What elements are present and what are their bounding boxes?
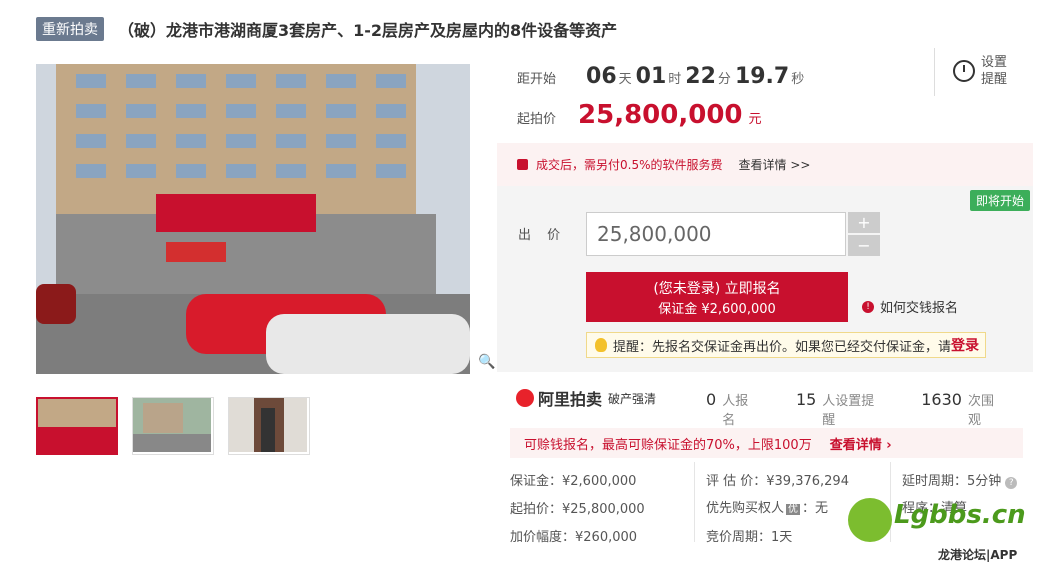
zoom-icon[interactable]: 🔍 <box>478 354 496 372</box>
page-title: （破）龙港市港湖商厦3套房产、1-2层房产及房屋内的8件设备等资产 <box>118 21 618 40</box>
countdown-seconds: 19.7 <box>734 64 790 89</box>
start-price-unit: 元 <box>748 112 762 127</box>
divider <box>934 48 935 96</box>
start-price-value: 25,800,000 <box>578 100 743 130</box>
info-increment: 加价幅度：¥260,000 <box>510 530 638 545</box>
divider <box>694 462 695 542</box>
stat-reminders-label: 人设置提醒 <box>822 394 875 428</box>
info-priority: 优先购买权人优：无 <box>706 497 828 516</box>
lightbulb-icon <box>595 338 607 352</box>
login-link[interactable]: 登录 <box>951 335 979 355</box>
thumbnail-strip <box>36 397 310 455</box>
ali-logo-icon <box>516 389 534 407</box>
credit-notice: 可赊钱报名，最高可赊保证金的70%，上限100万 查看详情 › <box>510 428 1023 458</box>
countdown-seconds-unit: 秒 <box>791 72 805 87</box>
info-cycle: 竞价周期：1天 <box>706 530 793 545</box>
info-deposit: 保证金：¥2,600,000 <box>510 474 637 489</box>
watermark-sub: 龙港论坛|APP <box>938 548 1018 562</box>
relist-tag: 重新拍卖 <box>36 17 104 41</box>
stat-signups-label: 人报名 <box>722 394 749 428</box>
countdown-hours: 01 <box>635 64 667 89</box>
brand-sub: 破产强清 <box>608 391 657 406</box>
stat-views: 1630 次围观 <box>921 390 1005 428</box>
set-reminder-line1: 设置 <box>981 55 1008 70</box>
brand-name: 阿里拍卖 <box>538 390 603 409</box>
stat-signups-count: 0 <box>706 390 717 409</box>
fee-icon <box>517 159 528 170</box>
status-badge: 即将开始 <box>970 190 1031 211</box>
bid-input[interactable]: 25,800,000 <box>586 212 846 256</box>
login-tip: 提醒：先报名交保证金再出价。如果您已经交付保证金，请 登录 <box>586 332 986 358</box>
alarm-clock-icon <box>953 60 975 82</box>
how-to-pay-link[interactable]: ! 如何交钱报名 <box>862 297 958 316</box>
fee-details-link[interactable]: 查看详情 >> <box>739 156 811 173</box>
watermark: Lgbbs.cn 龙港论坛|APP <box>848 498 1038 568</box>
stat-reminders: 15 人设置提醒 <box>796 390 885 428</box>
bid-stepper: + − <box>848 212 880 258</box>
signup-deposit: 保证金 ¥2,600,000 <box>658 302 776 317</box>
signup-label: (您未登录) 立即报名 <box>653 281 781 297</box>
info-appraisal: 评 估 价：¥39,376,294 <box>706 474 849 489</box>
info-priority-label: 优先购买权人 <box>706 501 785 516</box>
fee-notice-text: 成交后，需另付0.5%的软件服务费 <box>536 158 723 172</box>
countdown: 距开始 06 天 01 时 22 分 19.7 秒 <box>517 64 808 89</box>
info-icon: ! <box>862 300 874 313</box>
help-icon[interactable]: ? <box>1005 477 1018 489</box>
watermark-brand: Lgbbs.cn <box>894 500 1026 530</box>
countdown-minutes: 22 <box>685 64 716 89</box>
fee-notice: 成交后，需另付0.5%的软件服务费 查看详情 >> <box>497 143 1033 186</box>
set-reminder-label: 设置 提醒 <box>981 54 1007 88</box>
increase-bid-button[interactable]: + <box>848 212 880 233</box>
stat-signups: 0 人报名 <box>706 390 760 428</box>
countdown-label: 距开始 <box>517 72 557 87</box>
info-delay: 延时周期：5分钟? <box>902 470 1018 489</box>
countdown-days-unit: 天 <box>618 72 632 87</box>
credit-text: 可赊钱报名，最高可赊保证金的70%，上限100万 <box>524 437 812 453</box>
tip-text: 提醒：先报名交保证金再出价。如果您已经交付保证金，请 <box>613 339 952 355</box>
decrease-bid-button[interactable]: − <box>848 235 880 256</box>
title-bar: 重新拍卖 （破）龙港市港湖商厦3套房产、1-2层房产及房屋内的8件设备等资产 <box>36 17 617 41</box>
info-start-price: 起拍价：¥25,800,000 <box>510 502 645 517</box>
thumbnail-2[interactable] <box>132 397 214 455</box>
main-photo[interactable] <box>36 64 470 374</box>
start-price-label: 起拍价 <box>517 112 557 127</box>
how-to-pay-label: 如何交钱报名 <box>880 301 959 316</box>
thumbnail-1[interactable] <box>36 397 118 455</box>
watermark-logo-icon <box>848 498 892 542</box>
ali-auction-logo: 阿里拍卖 破产强清 <box>516 386 656 410</box>
stat-reminders-count: 15 <box>795 390 817 409</box>
priority-tag: 优 <box>786 504 801 515</box>
info-priority-value: ：无 <box>802 501 829 516</box>
stats: 0 人报名 15 人设置提醒 1630 次围观 <box>706 390 1041 428</box>
stat-views-label: 次围观 <box>967 394 994 428</box>
info-delay-text: 延时周期：5分钟 <box>902 474 1002 489</box>
countdown-minutes-unit: 分 <box>717 72 731 87</box>
bid-label: 出 价 <box>518 228 567 243</box>
stat-views-count: 1630 <box>921 390 962 409</box>
set-reminder-button[interactable]: 设置 提醒 <box>953 54 1007 88</box>
countdown-days: 06 <box>586 64 617 89</box>
signup-button[interactable]: (您未登录) 立即报名 保证金 ¥2,600,000 <box>586 272 848 322</box>
credit-details-link[interactable]: 查看详情 › <box>830 434 892 453</box>
start-price-row: 起拍价 25,800,000 元 <box>517 100 762 130</box>
countdown-hours-unit: 时 <box>668 72 682 87</box>
thumbnail-3[interactable] <box>228 397 310 455</box>
set-reminder-line2: 提醒 <box>981 72 1008 87</box>
